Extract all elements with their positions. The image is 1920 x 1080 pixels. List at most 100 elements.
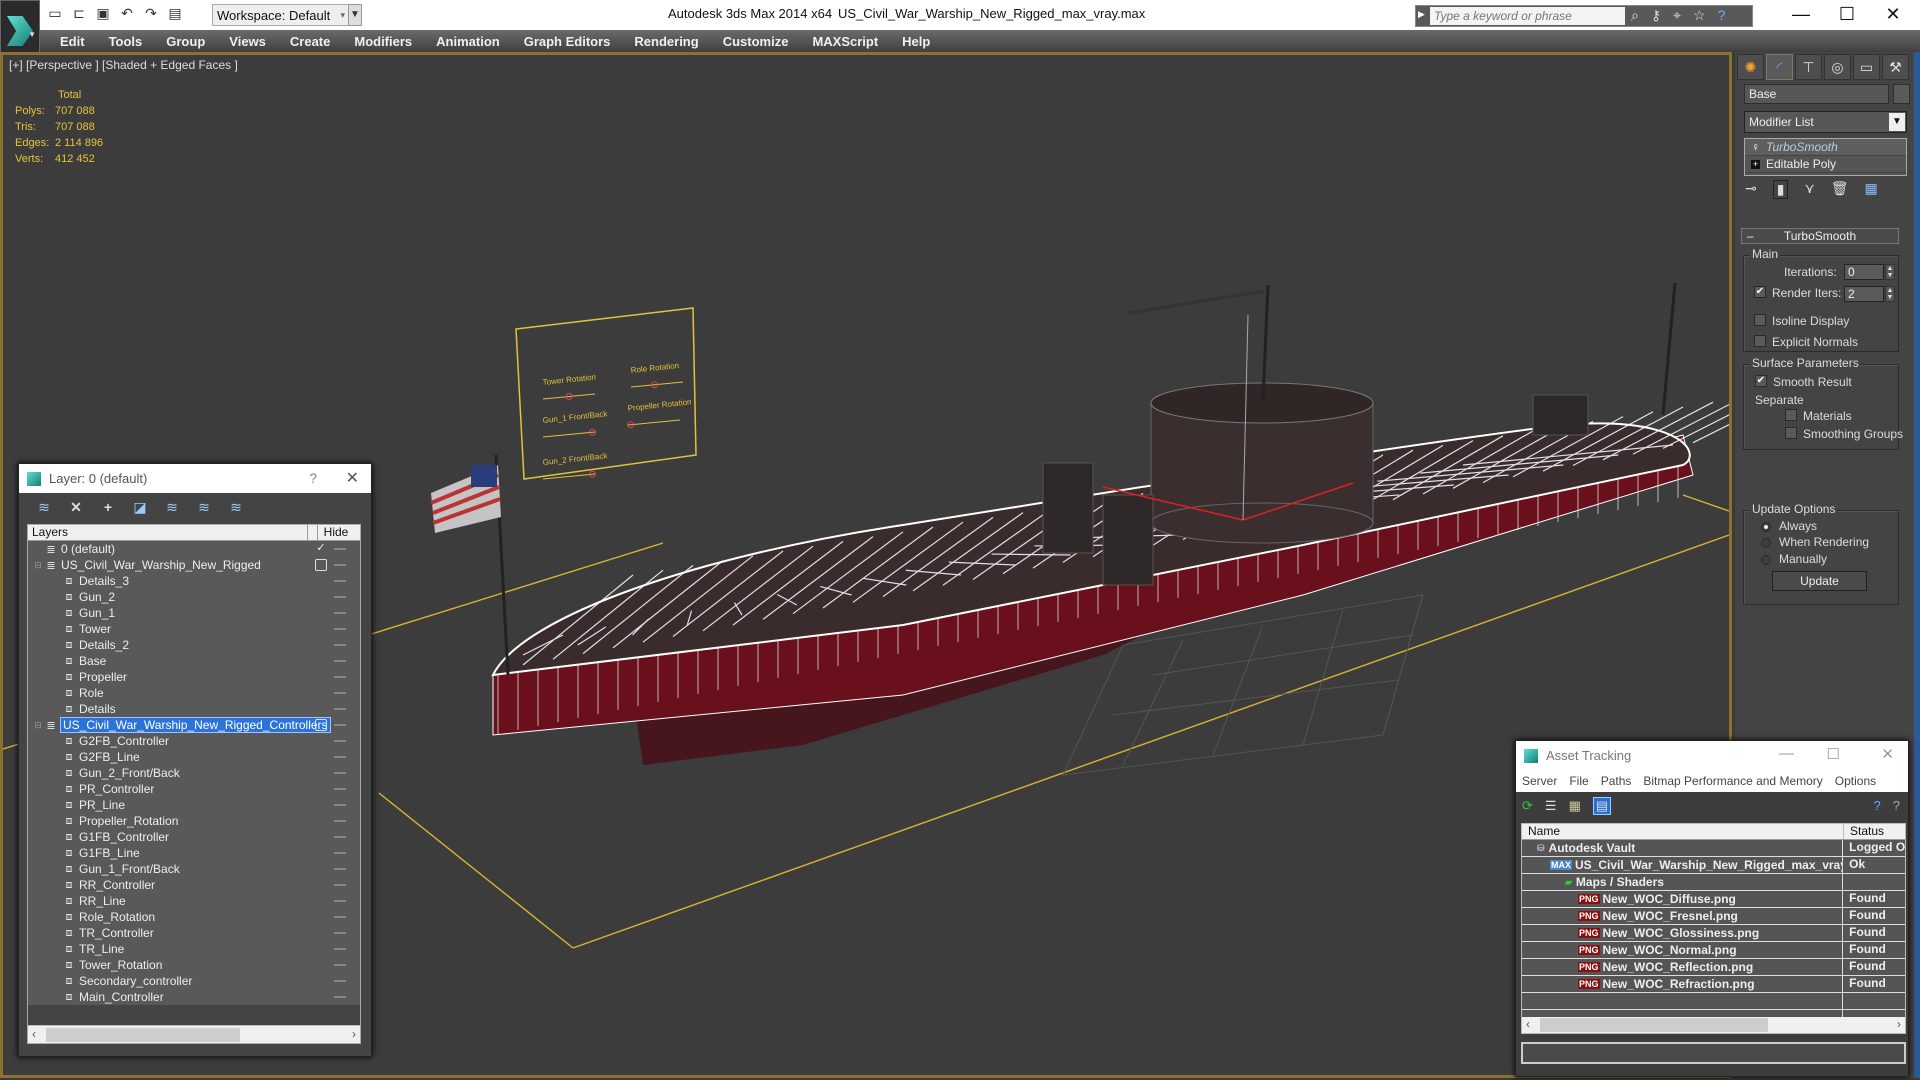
scroll-left-icon[interactable]: ‹ — [32, 1027, 36, 1041]
modifier-list-dropdown[interactable]: Modifier List ▼ — [1744, 111, 1907, 133]
highlight-layer-icon[interactable]: ≋ — [195, 499, 213, 516]
remove-modifier-icon[interactable]: 🗑 — [1831, 180, 1849, 199]
qat-customize-button[interactable]: ▼ — [348, 4, 362, 26]
open-file-icon[interactable]: ⊏ — [70, 4, 88, 22]
object-row[interactable]: ⧈ Role_Rotation — [28, 909, 360, 925]
binoculars-icon[interactable]: ⌕ — [1631, 7, 1639, 24]
hide-toggle[interactable] — [334, 980, 346, 982]
asset-row[interactable]: MAX US_Civil_War_Warship_New_Rigged_max_v… — [1522, 857, 1905, 874]
menu-file[interactable]: File — [1563, 774, 1594, 788]
maximize-button[interactable]: ☐ — [1827, 745, 1840, 763]
create-tab[interactable]: ✺ — [1737, 54, 1764, 80]
create-layer-icon[interactable]: ≋ — [35, 499, 53, 516]
object-row[interactable]: ⧈ Tower — [28, 621, 360, 637]
expand-plus-icon[interactable]: + — [1751, 159, 1760, 169]
render-iters-spinner[interactable]: 2 — [1844, 286, 1884, 302]
column-status[interactable]: Status — [1844, 824, 1884, 839]
isoline-display-checkbox[interactable] — [1754, 314, 1766, 326]
asset-row[interactable]: ⛁Autodesk Vault Logged Out — [1522, 840, 1905, 857]
object-row[interactable]: ⧈ Main_Controller — [28, 989, 360, 1005]
select-layer-icon[interactable]: ≋ — [163, 499, 181, 516]
hide-toggle[interactable] — [334, 596, 346, 598]
iterations-spinner-arrows[interactable]: ▲ ▼ — [1885, 264, 1895, 280]
make-unique-icon[interactable]: ⋎ — [1804, 180, 1814, 199]
hide-toggle[interactable] — [334, 884, 346, 886]
tree-view-icon[interactable]: ▦ — [1569, 798, 1581, 814]
object-row[interactable]: ⧈ TR_Line — [28, 941, 360, 957]
object-row[interactable]: ⧈ Gun_2 — [28, 589, 360, 605]
hide-toggle[interactable] — [334, 820, 346, 822]
turbosmooth-rollout-header[interactable]: – TurboSmooth — [1741, 228, 1899, 244]
hierarchy-tab[interactable]: ⊤ — [1795, 54, 1822, 80]
save-icon[interactable]: ▣ — [94, 4, 112, 22]
update-manually-radio[interactable] — [1761, 555, 1771, 565]
asset-row[interactable]: PNG New_WOC_Fresnel.png Found — [1522, 908, 1905, 925]
hide-toggle[interactable] — [334, 964, 346, 966]
satellite-icon[interactable]: ⌖ — [1673, 7, 1681, 24]
undo-icon[interactable]: ↶ — [118, 4, 136, 22]
expand-icon[interactable]: ▶ — [1418, 9, 1425, 20]
hide-toggle[interactable] — [334, 932, 346, 934]
hide-toggle[interactable] — [334, 836, 346, 838]
scroll-left-icon[interactable]: ‹ — [1526, 1017, 1530, 1031]
menu-group[interactable]: Group — [154, 34, 217, 49]
expand-collapse-icon[interactable]: ⊟ — [32, 720, 44, 730]
help-online-icon[interactable]: ? — [1874, 798, 1881, 813]
layer-dialog-titlebar[interactable]: Layer: 0 (default) ? ✕ — [19, 464, 371, 493]
layer-row[interactable]: ⊟ ≣ US_Civil_War_Warship_New_Rigged_Contro… — [28, 717, 360, 733]
hide-toggle[interactable] — [334, 996, 346, 998]
hide-toggle[interactable] — [334, 724, 346, 726]
hide-toggle[interactable] — [334, 708, 346, 710]
asset-row[interactable]: PNG New_WOC_Diffuse.png Found — [1522, 891, 1905, 908]
minimize-button[interactable]: — — [1779, 745, 1794, 762]
render-iters-spinner-arrows[interactable]: ▲ ▼ — [1885, 286, 1895, 302]
delete-layer-icon[interactable]: ✕ — [67, 499, 85, 516]
hide-toggle[interactable] — [334, 804, 346, 806]
lightbulb-icon[interactable]: ♀ — [1751, 139, 1760, 156]
object-row[interactable]: ⧈ G2FB_Controller — [28, 733, 360, 749]
search-input[interactable] — [1430, 7, 1625, 25]
scrollbar-thumb[interactable] — [1540, 1018, 1768, 1032]
redo-icon[interactable]: ↷ — [142, 4, 160, 22]
scrollbar-thumb[interactable] — [46, 1028, 240, 1042]
add-to-layer-icon[interactable]: + — [99, 499, 117, 515]
minimize-button[interactable]: — — [1778, 0, 1824, 28]
hide-all-layers-icon[interactable]: ≋ — [227, 499, 245, 516]
horizontal-scrollbar[interactable]: ‹ › — [1522, 1017, 1905, 1033]
utilities-tab[interactable]: ⚒ — [1882, 54, 1909, 80]
asset-row[interactable]: PNG New_WOC_Glossiness.png Found — [1522, 925, 1905, 942]
refresh-icon[interactable]: ⟳ — [1522, 798, 1533, 814]
object-row[interactable]: ⧈ Details_2 — [28, 637, 360, 653]
object-color-swatch[interactable] — [1893, 84, 1910, 104]
object-row[interactable]: ⧈ Gun_2_Front/Back — [28, 765, 360, 781]
select-objects-icon[interactable]: ◪ — [131, 499, 149, 516]
set-current-checkbox[interactable] — [315, 559, 327, 571]
menu-paths[interactable]: Paths — [1595, 774, 1638, 788]
object-name-field[interactable]: Base — [1744, 84, 1889, 104]
object-row[interactable]: ⧈ RR_Line — [28, 893, 360, 909]
render-iters-checkbox[interactable]: ✔ — [1754, 286, 1766, 298]
pin-stack-icon[interactable]: ⊸ — [1745, 180, 1757, 199]
column-hide[interactable]: Hide — [318, 525, 354, 540]
hide-toggle[interactable] — [334, 788, 346, 790]
hide-toggle[interactable] — [334, 756, 346, 758]
close-button[interactable]: ✕ — [1881, 745, 1894, 763]
menu-edit[interactable]: Edit — [48, 34, 97, 49]
hide-toggle[interactable] — [334, 900, 346, 902]
explicit-normals-checkbox[interactable] — [1754, 335, 1766, 347]
hide-toggle[interactable] — [334, 644, 346, 646]
help-icon[interactable]: ? — [1718, 7, 1726, 24]
menu-customize[interactable]: Customize — [711, 34, 801, 49]
hide-toggle[interactable] — [334, 692, 346, 694]
horizontal-scrollbar[interactable]: ‹ › — [28, 1025, 360, 1043]
object-row[interactable]: ⧈ Propeller — [28, 669, 360, 685]
workspace-dropdown[interactable]: Workspace: Default ▾ — [212, 4, 350, 26]
object-row[interactable]: ⧈ TR_Controller — [28, 925, 360, 941]
menu-help[interactable]: Help — [890, 34, 942, 49]
object-row[interactable]: ⧈ Gun_1_Front/Back — [28, 861, 360, 877]
column-name[interactable]: Name — [1522, 824, 1844, 839]
viewport-label[interactable]: [+] [Perspective ] [Shaded + Edged Faces… — [9, 58, 238, 72]
hide-toggle[interactable] — [334, 612, 346, 614]
menu-views[interactable]: Views — [217, 34, 278, 49]
hide-toggle[interactable] — [334, 548, 346, 550]
